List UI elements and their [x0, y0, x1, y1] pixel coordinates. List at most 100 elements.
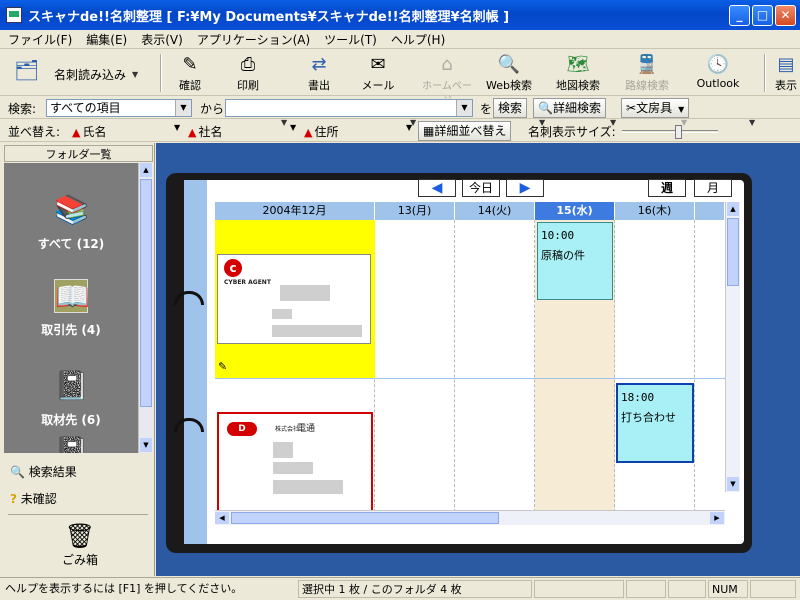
- sort-key-1[interactable]: ▲ 氏名 ▼: [72, 123, 180, 140]
- search-results-link[interactable]: 🔍 検索結果: [10, 463, 77, 480]
- folder-partial[interactable]: 📓: [4, 435, 138, 453]
- trash-folder[interactable]: 🗑 ごみ箱: [50, 521, 110, 568]
- web-search-button[interactable]: 🔍 Web検索: [482, 52, 536, 94]
- prev-week-button[interactable]: ◀: [418, 179, 456, 197]
- sort-triangle-icon: ▲: [188, 126, 197, 139]
- menu-edit[interactable]: 編集(E): [78, 31, 133, 48]
- chevron-down-icon: ▼: [406, 123, 413, 132]
- scan-dropdown-icon[interactable]: ▼: [132, 70, 138, 79]
- day-header-16[interactable]: 16(木): [615, 202, 695, 220]
- calendar-horizontal-scrollbar[interactable]: ◀ ▶: [215, 510, 725, 525]
- day-column-16[interactable]: [615, 220, 695, 512]
- sort-key-3[interactable]: ▲ 住所 ▼: [304, 123, 412, 140]
- black-book-icon: 📓: [54, 369, 89, 402]
- detail-sort-button[interactable]: ▦詳細並べ替え: [418, 121, 512, 141]
- mail-button[interactable]: ✉ メール: [354, 52, 402, 94]
- window-title: スキャナde!!名刺整理 [ F:¥My Documents¥スキャナde!!名…: [28, 9, 510, 25]
- menu-bar: ファイル(F) 編集(E) 表示(V) アプリケーション(A) ツール(T) ヘ…: [0, 30, 800, 49]
- day-header-13[interactable]: 13(月): [375, 202, 455, 220]
- export-icon: ⇄: [311, 54, 327, 75]
- folder-clients[interactable]: 📖 取引先 (4): [4, 279, 138, 338]
- menu-tools[interactable]: ツール(T): [316, 31, 383, 48]
- close-button[interactable]: ✕: [775, 5, 796, 26]
- folder-interviews[interactable]: 📓 取材先 (6): [4, 369, 138, 428]
- next-week-button[interactable]: ▶: [506, 179, 544, 197]
- search-field-select[interactable]: すべての項目 ▼: [46, 99, 192, 117]
- today-button[interactable]: 今日: [462, 179, 500, 197]
- month-view-button[interactable]: 月: [694, 179, 732, 197]
- folder-all[interactable]: 📚 すべて (12): [4, 193, 138, 252]
- open-book-icon: 📖: [54, 279, 90, 313]
- scan-card-button[interactable]: 🗂 名刺読み込み ▼: [12, 52, 138, 94]
- display-button[interactable]: ▤ 表示: [772, 52, 800, 94]
- menu-help[interactable]: ヘルプ(H): [383, 31, 451, 48]
- search-button[interactable]: 検索: [493, 98, 528, 118]
- main-area: ◀ 今日 ▶ 週 月 2004年12月 13(月) 14(火) 15(水) 16…: [156, 143, 800, 576]
- calendar-vscroll-thumb[interactable]: [727, 218, 739, 286]
- homepage-button[interactable]: ⌂ ホームページ: [418, 52, 476, 107]
- stationery-button[interactable]: ✂文房具 ▼: [621, 98, 690, 118]
- calendar-event[interactable]: 18:00 打ち合わせ: [616, 383, 694, 463]
- card-size-slider[interactable]: [622, 125, 718, 139]
- route-search-button[interactable]: 🚆 路線検索: [618, 52, 676, 94]
- sort-key-1-label: 氏名: [82, 125, 107, 139]
- folder-clients-label: 取引先 (4): [41, 323, 101, 337]
- minimize-button[interactable]: _: [729, 5, 750, 26]
- calendar-hscroll-thumb[interactable]: [231, 512, 499, 524]
- outlook-button[interactable]: 🕓 Outlook: [692, 52, 744, 94]
- sidebar-divider: [8, 514, 148, 515]
- scroll-right-icon[interactable]: ▶: [710, 512, 724, 524]
- business-card[interactable]: c CYBER AGENT: [217, 254, 371, 344]
- magnifier-icon: 🔍: [538, 101, 553, 115]
- search-input[interactable]: ▼: [225, 99, 473, 117]
- planner-spine: [184, 180, 207, 544]
- map-search-label: 地図検索: [556, 79, 600, 92]
- menu-file[interactable]: ファイル(F): [0, 31, 78, 48]
- detail-search-button[interactable]: 🔍詳細検索: [533, 98, 606, 118]
- day-column-14[interactable]: [455, 220, 535, 512]
- edit-note-icon[interactable]: ✎: [218, 360, 227, 373]
- confirm-button[interactable]: ✎ 確認: [168, 52, 212, 94]
- scroll-down-icon[interactable]: ▼: [140, 438, 152, 452]
- folder-list-header: フォルダ一覧: [4, 145, 153, 162]
- folder-pane: 📚 すべて (12) 📖 取引先 (4) 📓 取材先 (6) 📓: [4, 163, 138, 453]
- stationery-label: 文房具: [636, 101, 673, 115]
- export-button[interactable]: ⇄ 書出: [296, 52, 342, 94]
- title-bar: スキャナde!!名刺整理 [ F:¥My Documents¥スキャナde!!名…: [0, 0, 800, 30]
- menu-view[interactable]: 表示(V): [133, 31, 189, 48]
- maximize-button[interactable]: □: [752, 5, 773, 26]
- folder-all-label: すべて (12): [37, 237, 105, 251]
- calendar-vertical-scrollbar[interactable]: ▲ ▼: [725, 202, 740, 492]
- scroll-left-icon[interactable]: ◀: [215, 512, 229, 524]
- scroll-up-icon[interactable]: ▲: [727, 202, 739, 216]
- folder-interviews-label: 取材先 (6): [41, 413, 101, 427]
- day-header-15-today[interactable]: 15(水): [535, 202, 615, 220]
- unconfirmed-link[interactable]: ? 未確認: [10, 490, 57, 507]
- house-icon: ⌂: [441, 54, 453, 75]
- chevron-down-icon[interactable]: ▼: [175, 100, 191, 116]
- folder-scroll-thumb[interactable]: [140, 179, 152, 407]
- scroll-up-icon[interactable]: ▲: [140, 163, 152, 177]
- scroll-down-icon[interactable]: ▼: [727, 477, 739, 491]
- card-size-slider-thumb[interactable]: [675, 125, 682, 139]
- week-grid: 2004年12月 13(月) 14(火) 15(水) 16(木) c CYBER…: [215, 202, 725, 512]
- day-header-14[interactable]: 14(火): [455, 202, 535, 220]
- print-button[interactable]: ⎙ 印刷: [226, 52, 270, 94]
- map-search-button[interactable]: 🗺 地図検索: [548, 52, 608, 94]
- status-panel: [750, 580, 796, 598]
- week-view-button[interactable]: 週: [648, 179, 686, 197]
- sort-key-2[interactable]: ▲ 社名 ▼: [188, 123, 296, 140]
- company-logo-text: CYBER AGENT: [224, 279, 271, 286]
- company-logo-icon: c: [224, 259, 242, 277]
- chevron-down-icon[interactable]: ▼: [456, 100, 472, 116]
- app-icon[interactable]: [6, 7, 22, 23]
- day-column-13[interactable]: [375, 220, 455, 512]
- trash-label: ごみ箱: [61, 553, 98, 567]
- calendar-event[interactable]: 10:00 原稿の件: [537, 222, 613, 300]
- menu-application[interactable]: アプリケーション(A): [189, 31, 316, 48]
- detail-sort-label: 詳細並べ替え: [434, 124, 507, 138]
- business-card[interactable]: D 株式会社 電通: [217, 412, 373, 512]
- sort-triangle-icon: ▲: [72, 126, 81, 139]
- chevron-down-icon: ▼: [290, 123, 297, 132]
- folder-scrollbar[interactable]: ▲ ▼: [138, 163, 153, 453]
